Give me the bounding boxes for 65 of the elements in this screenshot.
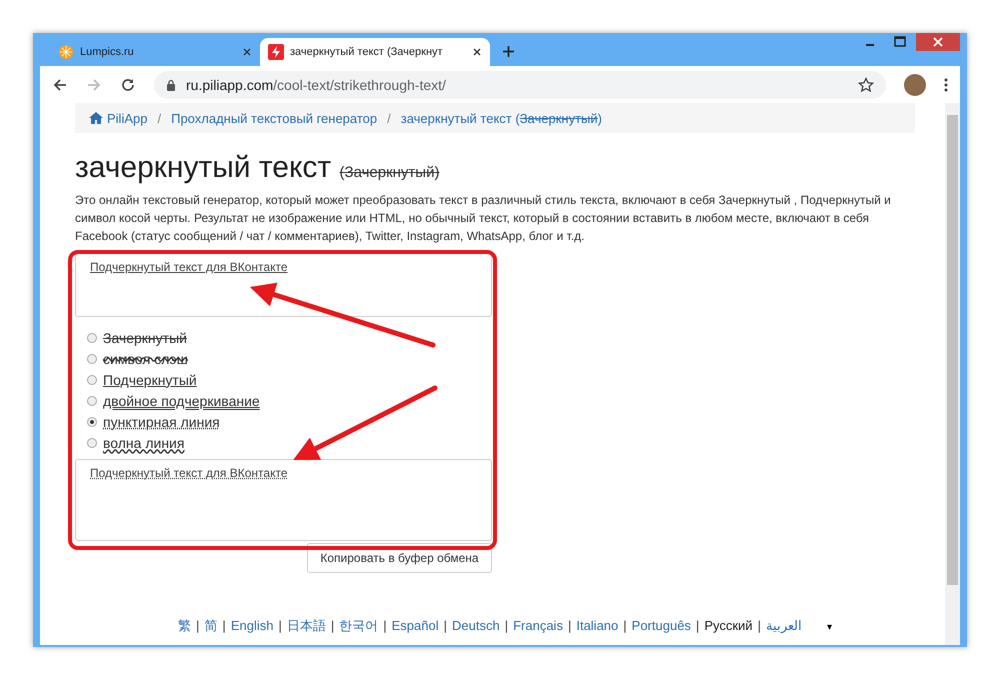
language-link[interactable]: Español xyxy=(392,618,439,633)
breadcrumb-link[interactable]: Прохладный текстовый генератор xyxy=(171,110,378,126)
radio-button[interactable] xyxy=(87,396,97,406)
tab-title: Lumpics.ru xyxy=(80,46,135,58)
home-icon xyxy=(89,112,103,124)
language-link[interactable]: 한국어 xyxy=(339,617,378,635)
breadcrumb-link[interactable]: PiliApp xyxy=(89,110,148,126)
reload-icon[interactable] xyxy=(120,76,136,92)
language-link[interactable]: العربية xyxy=(766,618,802,633)
language-link[interactable]: 日本語 xyxy=(286,617,326,635)
language-separator: | xyxy=(444,618,447,633)
menu-icon[interactable] xyxy=(944,76,948,92)
radio-button[interactable] xyxy=(87,416,97,426)
language-separator: | xyxy=(696,618,700,633)
radio-button[interactable] xyxy=(87,354,97,364)
language-separator: | xyxy=(278,618,282,633)
url-text: ru.piliapp.com/cool-text/strikethrough-text/ xyxy=(186,76,447,92)
language-link[interactable]: Deutsch xyxy=(452,618,500,633)
language-link[interactable]: Русский xyxy=(704,618,753,633)
language-separator: | xyxy=(623,618,627,633)
style-option[interactable]: символ слэш xyxy=(87,348,492,369)
style-option[interactable]: двойное подчеркивание xyxy=(87,390,492,411)
site-favicon-icon xyxy=(58,44,74,60)
page-subtitle: (Зачеркнутый) xyxy=(340,164,440,181)
language-separator: | xyxy=(758,618,761,633)
style-option[interactable]: Подчеркнутый xyxy=(87,369,492,390)
language-separator: | xyxy=(504,618,508,633)
page-title: зачеркнутый текст xyxy=(75,151,332,184)
language-link[interactable]: English xyxy=(230,618,274,633)
bookmark-star-icon[interactable] xyxy=(858,76,874,92)
language-separator: | xyxy=(222,618,226,633)
breadcrumb-separator: / xyxy=(157,110,162,126)
style-option[interactable]: пунктирная линия xyxy=(87,411,492,432)
lock-icon xyxy=(166,78,176,90)
language-separator: | xyxy=(330,618,334,633)
language-dropdown[interactable]: ▾ xyxy=(826,621,832,633)
browser-tab[interactable]: Lumpics.ru xyxy=(50,38,260,66)
browser-tab[interactable]: зачеркнутый текст (Зачеркнут xyxy=(260,38,490,66)
language-separator: | xyxy=(568,618,572,633)
input-textarea[interactable]: Подчеркнутый текст для ВКонтакте xyxy=(75,253,492,317)
language-separator: | xyxy=(196,618,200,633)
radio-button[interactable] xyxy=(87,332,97,342)
radio-button[interactable] xyxy=(87,374,97,384)
language-link[interactable]: Français xyxy=(513,618,563,633)
description-text: Это онлайн текстовый генератор, который может преобразовать текст в различный стиль текста, включают в себя Зачеркнутый , Подчеркнутый и символ косой черты. Результат не изображение или HTML, но обычный текст, который в состоянии вставить в любом месте, включают в себя Facebook (статус сообщений / чат / комментариев), Twitter, Instagram, WhatsApp, блог и т.д. xyxy=(75,192,892,245)
new-tab-icon[interactable] xyxy=(502,45,515,58)
address-bar[interactable]: ru.piliapp.com/cool-text/strikethrough-text/ xyxy=(154,70,886,98)
profile-avatar[interactable] xyxy=(904,74,926,96)
scrollbar[interactable] xyxy=(945,103,960,645)
language-link[interactable]: 繁 xyxy=(178,617,192,635)
language-separator: | xyxy=(383,618,387,633)
style-option[interactable]: Зачеркнутый xyxy=(87,327,492,348)
close-icon[interactable] xyxy=(472,47,482,57)
output-textarea[interactable]: Подчеркнутый текст для ВКонтакте xyxy=(75,459,492,541)
breadcrumb-separator: / xyxy=(387,110,391,126)
tab-title: зачеркнутый текст (Зачеркнут xyxy=(290,46,444,58)
language-link[interactable]: Português xyxy=(632,618,691,633)
language-link[interactable]: Italiano xyxy=(576,618,618,633)
style-option[interactable]: волна линия xyxy=(87,432,492,453)
back-arrow-icon[interactable] xyxy=(52,76,68,92)
language-link[interactable]: 简 xyxy=(204,617,218,635)
breadcrumb-link[interactable]: зачеркнутый текст (Зачеркнутый) xyxy=(400,110,602,126)
radio-button[interactable] xyxy=(87,438,97,448)
lightning-icon xyxy=(268,44,284,60)
close-icon[interactable] xyxy=(242,47,252,57)
